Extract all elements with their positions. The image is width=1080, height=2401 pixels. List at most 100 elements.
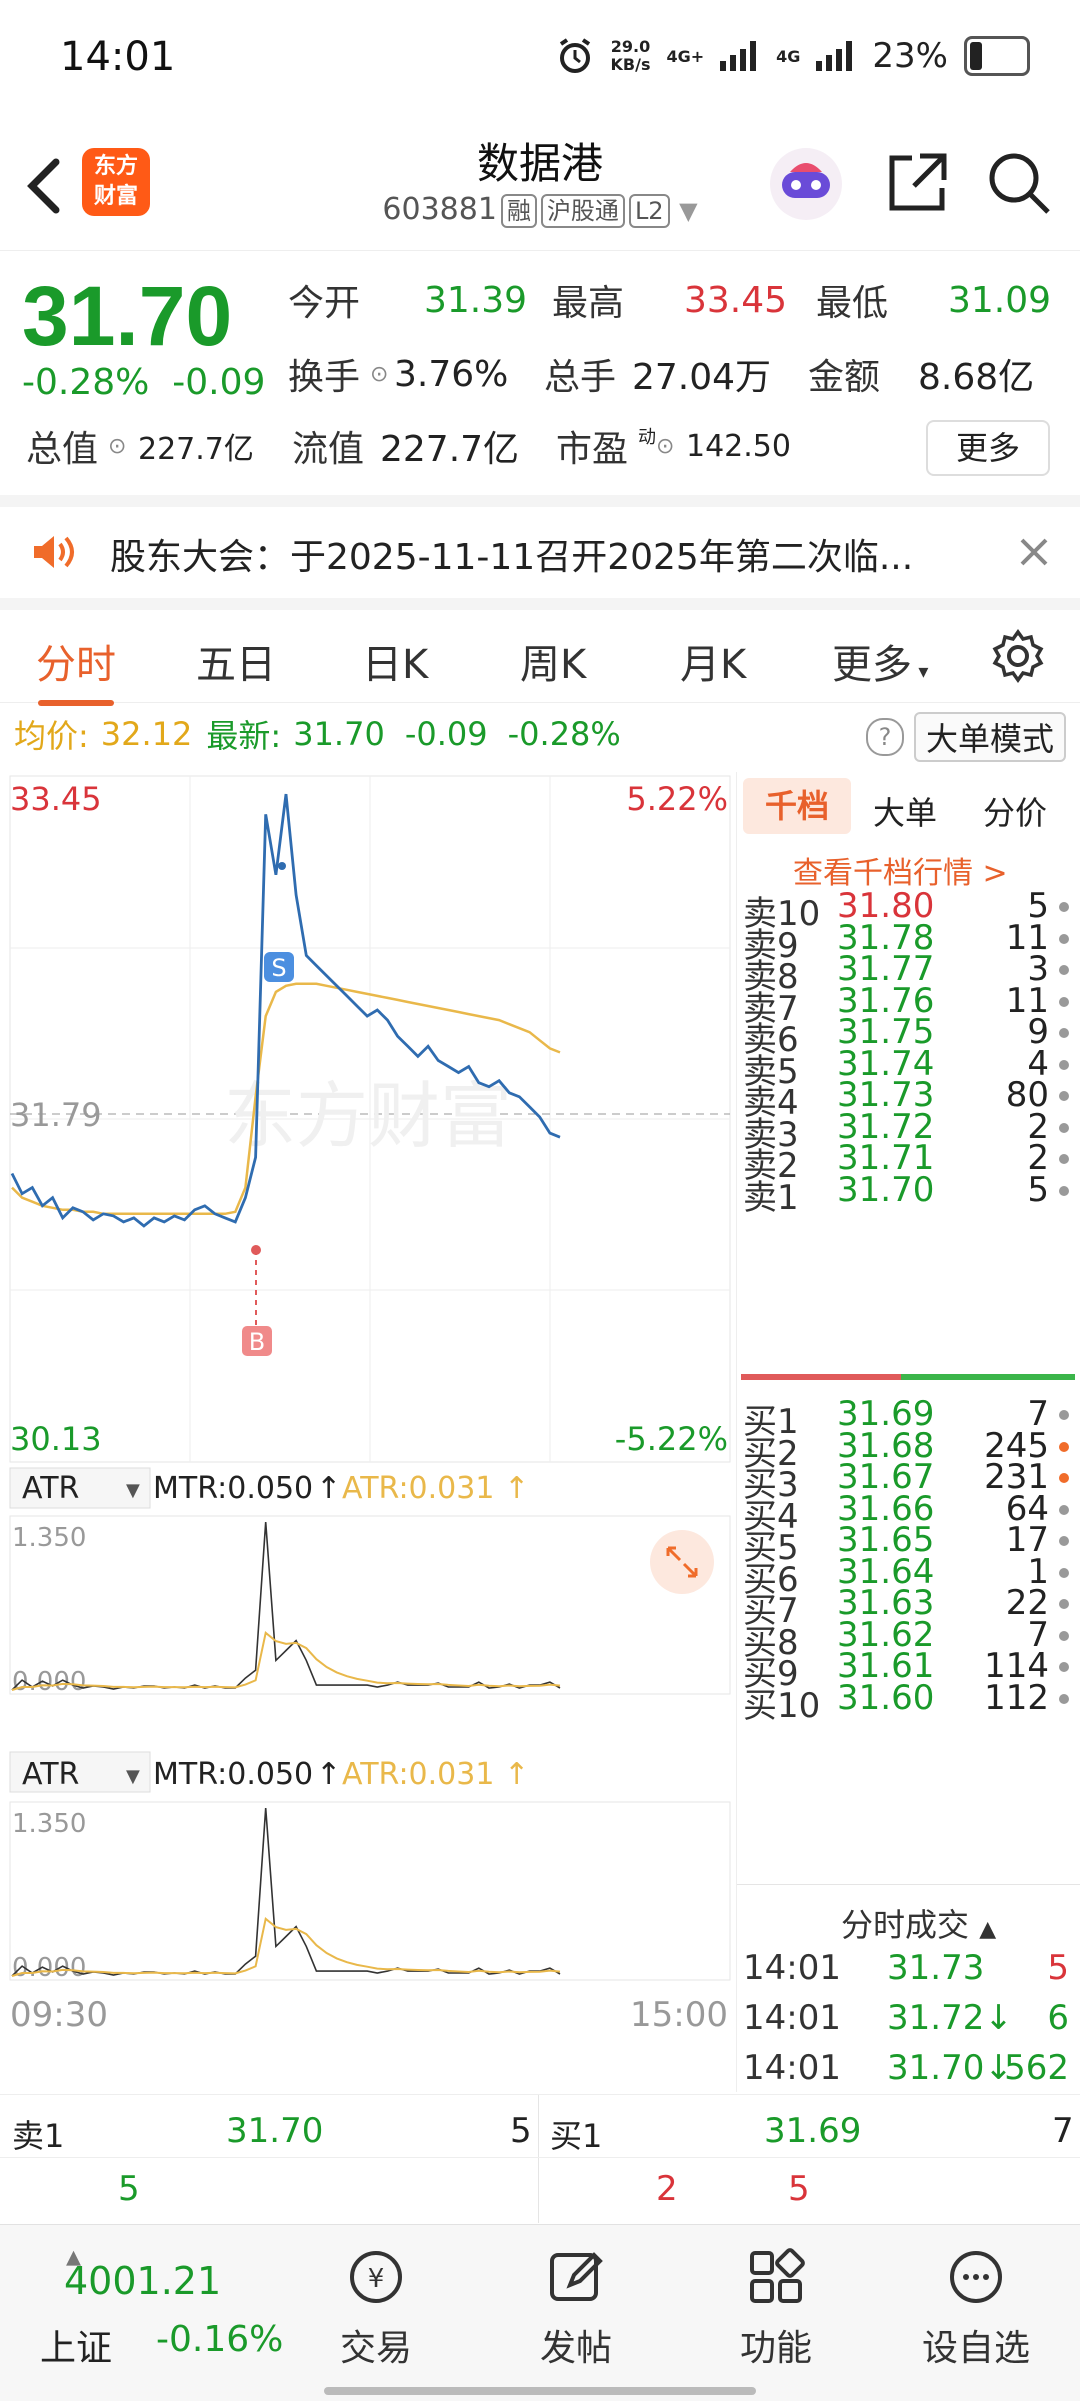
indicator-panel-1: ATR ▼ MTR:0.050 ↑ ATR:0.031 ↑ 1.350 0.00… (9, 1467, 731, 1697)
indicator-panel-2: ATR ▼ MTR:0.050 ↑ ATR:0.031 ↑ 1.350 0.00… (9, 1751, 731, 1983)
order-level: 卖1 (743, 1177, 799, 1218)
latest-label: 最新: (206, 717, 282, 755)
index-name[interactable]: 上证 (40, 2319, 112, 2371)
signal-label-1: 4G+ (666, 46, 705, 66)
tab-more[interactable]: 更多 ▾ (832, 632, 928, 690)
label-open: 今开 (288, 283, 361, 324)
tag-margin: 融 (500, 194, 537, 228)
status-time: 14:01 (60, 34, 176, 80)
indicator-2-min: 0.000 (12, 1953, 86, 1983)
indicator-1-min: 0.000 (12, 1667, 86, 1697)
label-high: 最高 (552, 283, 625, 324)
tab-monthly-k[interactable]: 月K (680, 632, 746, 690)
order-dot-icon (1059, 933, 1069, 944)
order-book: 千档 大单 分价 查看千档行情 > 卖10 31.80 5 卖9 31.78 11 卖8 31… (736, 772, 1080, 2092)
chevron-down-icon[interactable]: ▼ (126, 1480, 140, 1501)
tab-thousand-level[interactable]: 千档 (743, 778, 851, 834)
tab-five-day[interactable]: 五日 (196, 632, 276, 690)
value-high: 33.45 (684, 279, 788, 321)
battery-icon (964, 36, 1030, 76)
settings-gear-icon[interactable] (990, 628, 1046, 684)
chart-tabs: 分时 五日 日K 周K 月K 更多 ▾ (0, 610, 1080, 706)
indicator-2-mtr-series (11, 1807, 561, 1977)
index-pct[interactable]: -0.16% (156, 2319, 283, 2360)
battery-percent: 23% (872, 36, 948, 76)
indicator-1-name[interactable]: ATR (22, 1471, 79, 1506)
value-low: 31.09 (948, 279, 1052, 321)
tab-daily-k[interactable]: 日K (362, 632, 428, 690)
chevron-down-icon[interactable]: ▼ (126, 1766, 140, 1787)
order-row: 买10 31.60 112 (737, 1678, 1073, 1726)
indicator-2-atr: ATR:0.031 (342, 1757, 494, 1792)
nav-trade[interactable]: ¥ 交易 (306, 2245, 446, 2371)
tab-weekly-k[interactable]: 周K (520, 632, 586, 690)
indicator-2-name[interactable]: ATR (22, 1757, 79, 1792)
bid-ask-summary: 卖1 31.70 5 买1 31.69 7 5 2 5 (0, 2094, 1080, 2223)
tag-connect: 沪股通 (540, 194, 625, 228)
tick-time: 14:01 (743, 2048, 841, 2088)
quote-row-3: 总值 ⊙ 227.7亿 流值 227.7亿 市盈 动 ⊙ 142.50 (26, 420, 926, 472)
info-icon[interactable]: ⊙ (108, 434, 138, 459)
buy-ratio-bar (901, 1374, 1075, 1380)
expand-button[interactable] (650, 1530, 714, 1594)
tick-volume: 5 (1047, 1948, 1069, 1988)
signal-label-2: 4G (776, 46, 801, 66)
tick-trades-title[interactable]: 分时成交 ▲ (841, 1900, 996, 1946)
home-indicator[interactable] (324, 2387, 756, 2395)
tab-big-orders[interactable]: 大单 (873, 788, 937, 834)
assistant-robot-icon[interactable] (768, 146, 844, 222)
sell-queue-order: 5 (118, 2169, 140, 2209)
buy-marker-label: B (249, 1328, 265, 1356)
label-market-cap: 总值 (26, 429, 99, 470)
tab-intraday[interactable]: 分时 (36, 632, 116, 706)
value-volume: 27.04万 (632, 357, 772, 398)
tick-trades: 14:01 31.73 5 14:01 31.72↓ 6 14:01 31.70↓ 562 (737, 1948, 1080, 2098)
tick-price: 31.70↓ (887, 2048, 1013, 2088)
avg-value: 32.12 (100, 715, 193, 753)
share-icon[interactable] (884, 150, 950, 216)
tick-time: 14:01 (743, 1948, 841, 1988)
index-value[interactable]: 4001.21 (64, 2259, 221, 2303)
value-amount: 8.68亿 (918, 357, 1035, 398)
order-dot-icon (1059, 1567, 1069, 1578)
indicator-1-max: 1.350 (12, 1523, 86, 1553)
nav-functions[interactable]: 功能 (706, 2245, 846, 2371)
time-start: 09:30 (10, 1995, 108, 2035)
arrow-up-icon: ↑ (504, 1471, 529, 1506)
axis-high: 33.45 (10, 780, 102, 818)
nav-post[interactable]: 发帖 (506, 2245, 646, 2371)
buy-queue-order-1: 2 (656, 2169, 678, 2209)
quote-panel: 31.70 -0.28% -0.09 今开 31.39 最高 33.45 最低 … (0, 250, 1080, 507)
order-dot-icon (1059, 902, 1069, 912)
notice-bar[interactable]: 股东大会：于2025-11-11召开2025年第二次临... (0, 506, 1080, 610)
order-dot-icon (1059, 996, 1069, 1007)
quote-row-1: 今开 31.39 最高 33.45 最低 31.09 (288, 274, 1058, 326)
order-dot-icon (1059, 1441, 1069, 1452)
buy1-volume: 7 (1052, 2111, 1074, 2151)
tick-time: 14:01 (743, 1998, 841, 2038)
buy-orders: 买1 31.69 7 买2 31.68 245 买3 31.67 231 买4 31.66 64 买5 3… (737, 1394, 1080, 1874)
label-turnover: 换手 (288, 357, 361, 398)
order-dot-icon (1059, 1154, 1069, 1164)
nav-add-watchlist[interactable]: 设自选 (906, 2245, 1046, 2371)
intraday-chart[interactable]: 东方财富 33.45 5.22% 31.79 30.13 -5.22% S B … (8, 766, 732, 2086)
info-icon[interactable]: ⊙ (370, 362, 394, 387)
sell-marker-label: S (271, 954, 286, 982)
order-dot-icon (1059, 1410, 1069, 1420)
search-icon[interactable] (986, 150, 1052, 216)
indicator-1-mtr-series (11, 1521, 561, 1691)
speaker-icon (34, 536, 74, 568)
info-icon[interactable]: ⊙ (656, 434, 686, 459)
indicator-1-atr: ATR:0.031 (342, 1471, 494, 1506)
close-icon[interactable] (1018, 536, 1050, 568)
indicator-1-mtr: MTR:0.050 (153, 1471, 313, 1506)
latest-change: -0.09 (404, 715, 488, 753)
dropdown-caret-icon[interactable]: ▼ (679, 197, 697, 225)
order-dot-icon (1059, 1028, 1069, 1038)
big-order-mode-button[interactable]: 大单模式 (914, 712, 1067, 762)
indicator-2-atr-series (11, 1916, 561, 1977)
tab-price-distribution[interactable]: 分价 (983, 788, 1047, 834)
help-icon[interactable]: ? (866, 718, 904, 756)
order-dot-icon (1059, 1185, 1069, 1196)
more-button[interactable]: 更多 (926, 420, 1050, 476)
